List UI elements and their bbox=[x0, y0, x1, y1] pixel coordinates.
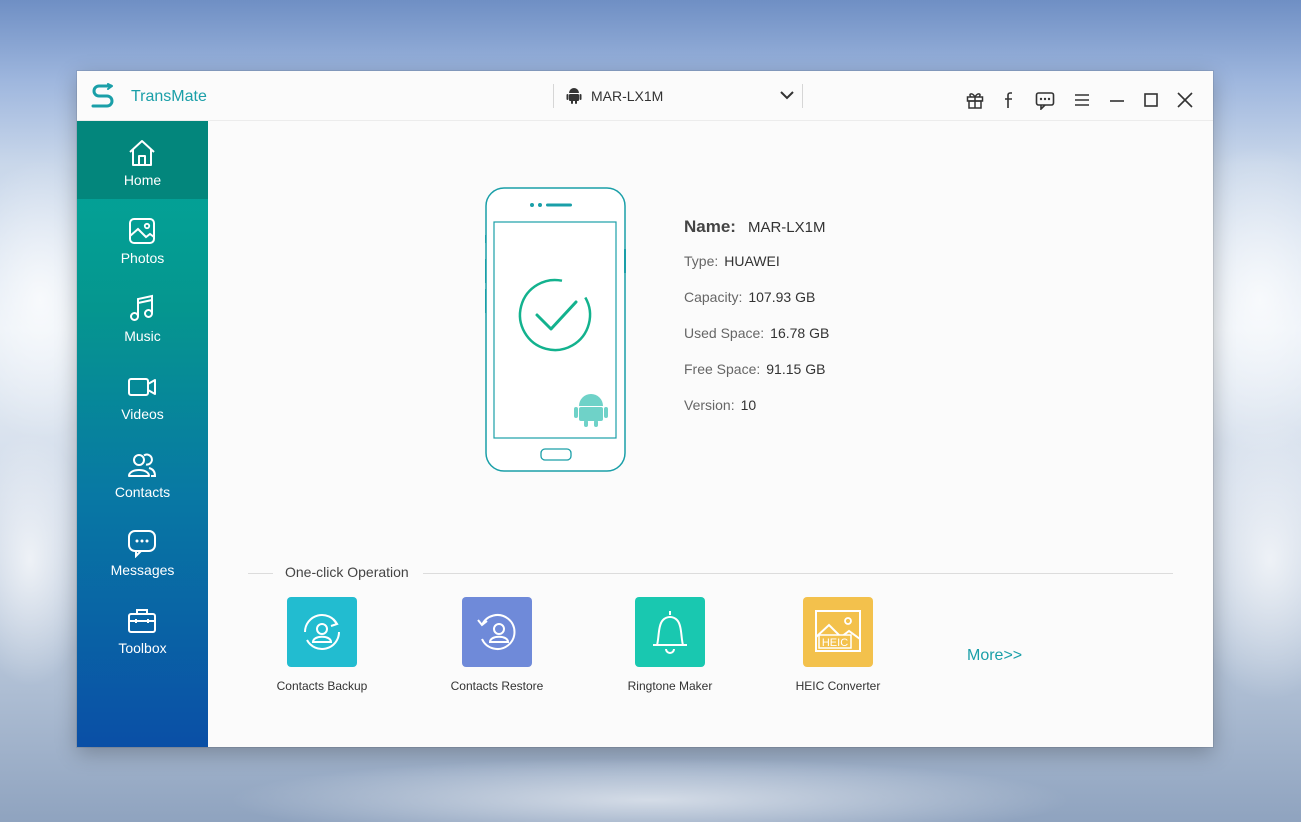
version-row: Version: 10 bbox=[684, 397, 756, 413]
sidebar-item-label: Toolbox bbox=[118, 640, 167, 656]
facebook-icon[interactable] bbox=[1000, 90, 1020, 110]
sidebar-item-videos[interactable]: Videos bbox=[77, 355, 208, 433]
sidebar-item-label: Photos bbox=[120, 250, 165, 266]
more-link[interactable]: More>> bbox=[967, 647, 1022, 665]
device-selector[interactable]: MAR-LX1M bbox=[553, 84, 803, 108]
contacts-backup-tile bbox=[287, 597, 357, 667]
sidebar-item-label: Home bbox=[123, 172, 162, 188]
sidebar-item-label: Messages bbox=[110, 562, 175, 578]
menu-icon[interactable] bbox=[1072, 90, 1092, 110]
heic-converter-button[interactable]: HEIC HEIC Converter bbox=[773, 597, 903, 693]
home-icon bbox=[129, 140, 155, 166]
heic-converter-label: HEIC Converter bbox=[795, 679, 881, 693]
sidebar-item-music[interactable]: Music bbox=[77, 277, 208, 355]
sidebar-item-messages[interactable]: Messages bbox=[77, 511, 208, 589]
capacity-label: Capacity: bbox=[684, 289, 743, 305]
feedback-icon[interactable] bbox=[1035, 90, 1055, 110]
section-divider bbox=[248, 573, 273, 574]
app-window: TransMate MAR-LX1M Home Photos Music Vid… bbox=[77, 71, 1213, 747]
photo-icon bbox=[129, 218, 155, 244]
title-bar: TransMate MAR-LX1M bbox=[77, 71, 1213, 121]
ringtone-maker-button[interactable]: Ringtone Maker bbox=[605, 597, 735, 693]
close-icon[interactable] bbox=[1175, 90, 1195, 110]
android-icon bbox=[566, 88, 582, 104]
sidebar-item-photos[interactable]: Photos bbox=[77, 199, 208, 277]
contacts-icon bbox=[128, 453, 157, 477]
contacts-restore-button[interactable]: Contacts Restore bbox=[432, 597, 562, 693]
bell-icon bbox=[653, 611, 687, 654]
free-space-value: 91.15 GB bbox=[766, 361, 826, 377]
contacts-restore-icon bbox=[477, 614, 516, 650]
app-title: TransMate bbox=[131, 88, 207, 105]
device-selector-value: MAR-LX1M bbox=[591, 88, 664, 104]
device-type-row: Type: HUAWEI bbox=[684, 253, 780, 269]
device-name-row: Name: MAR-LX1M bbox=[684, 217, 825, 237]
used-space-label: Used Space: bbox=[684, 325, 765, 341]
heic-converter-tile: HEIC bbox=[803, 597, 873, 667]
device-name-value: MAR-LX1M bbox=[747, 219, 826, 236]
ringtone-maker-label: Ringtone Maker bbox=[627, 679, 713, 693]
heic-badge: HEIC bbox=[822, 637, 848, 649]
toolbox-icon bbox=[128, 609, 156, 633]
ringtone-maker-tile bbox=[635, 597, 705, 667]
contacts-backup-icon bbox=[304, 614, 340, 650]
free-space-label: Free Space: bbox=[684, 361, 761, 377]
sidebar-item-label: Videos bbox=[121, 406, 164, 422]
sidebar-item-home[interactable]: Home bbox=[77, 121, 208, 199]
contacts-backup-button[interactable]: Contacts Backup bbox=[257, 597, 387, 693]
phone-illustration bbox=[485, 187, 626, 472]
sidebar: Home Photos Music Videos Contacts Messag… bbox=[77, 121, 208, 747]
sidebar-item-toolbox[interactable]: Toolbox bbox=[77, 589, 208, 667]
video-icon bbox=[128, 378, 156, 396]
gift-icon[interactable] bbox=[965, 90, 985, 110]
message-icon bbox=[128, 530, 156, 558]
version-value: 10 bbox=[740, 397, 757, 413]
music-icon bbox=[130, 294, 153, 321]
chevron-down-icon[interactable] bbox=[780, 90, 794, 100]
sidebar-item-label: Contacts bbox=[114, 484, 171, 500]
device-type-label: Type: bbox=[684, 253, 719, 269]
one-click-title: One-click Operation bbox=[285, 564, 409, 580]
heic-image-icon: HEIC bbox=[815, 610, 861, 652]
contacts-restore-tile bbox=[462, 597, 532, 667]
contacts-restore-label: Contacts Restore bbox=[450, 679, 544, 693]
app-logo-icon bbox=[91, 83, 114, 108]
capacity-value: 107.93 GB bbox=[748, 289, 816, 305]
device-type-value: HUAWEI bbox=[724, 253, 780, 269]
minimize-icon[interactable] bbox=[1107, 90, 1127, 110]
contacts-backup-label: Contacts Backup bbox=[276, 679, 368, 693]
used-space-value: 16.78 GB bbox=[770, 325, 830, 341]
sidebar-item-label: Music bbox=[124, 328, 161, 344]
free-space-row: Free Space: 91.15 GB bbox=[684, 361, 825, 377]
used-space-row: Used Space: 16.78 GB bbox=[684, 325, 829, 341]
version-label: Version: bbox=[684, 397, 735, 413]
sidebar-item-contacts[interactable]: Contacts bbox=[77, 433, 208, 511]
maximize-icon[interactable] bbox=[1141, 90, 1161, 110]
section-divider bbox=[423, 573, 1173, 574]
device-name-label: Name: bbox=[684, 217, 736, 236]
capacity-row: Capacity: 107.93 GB bbox=[684, 289, 815, 305]
